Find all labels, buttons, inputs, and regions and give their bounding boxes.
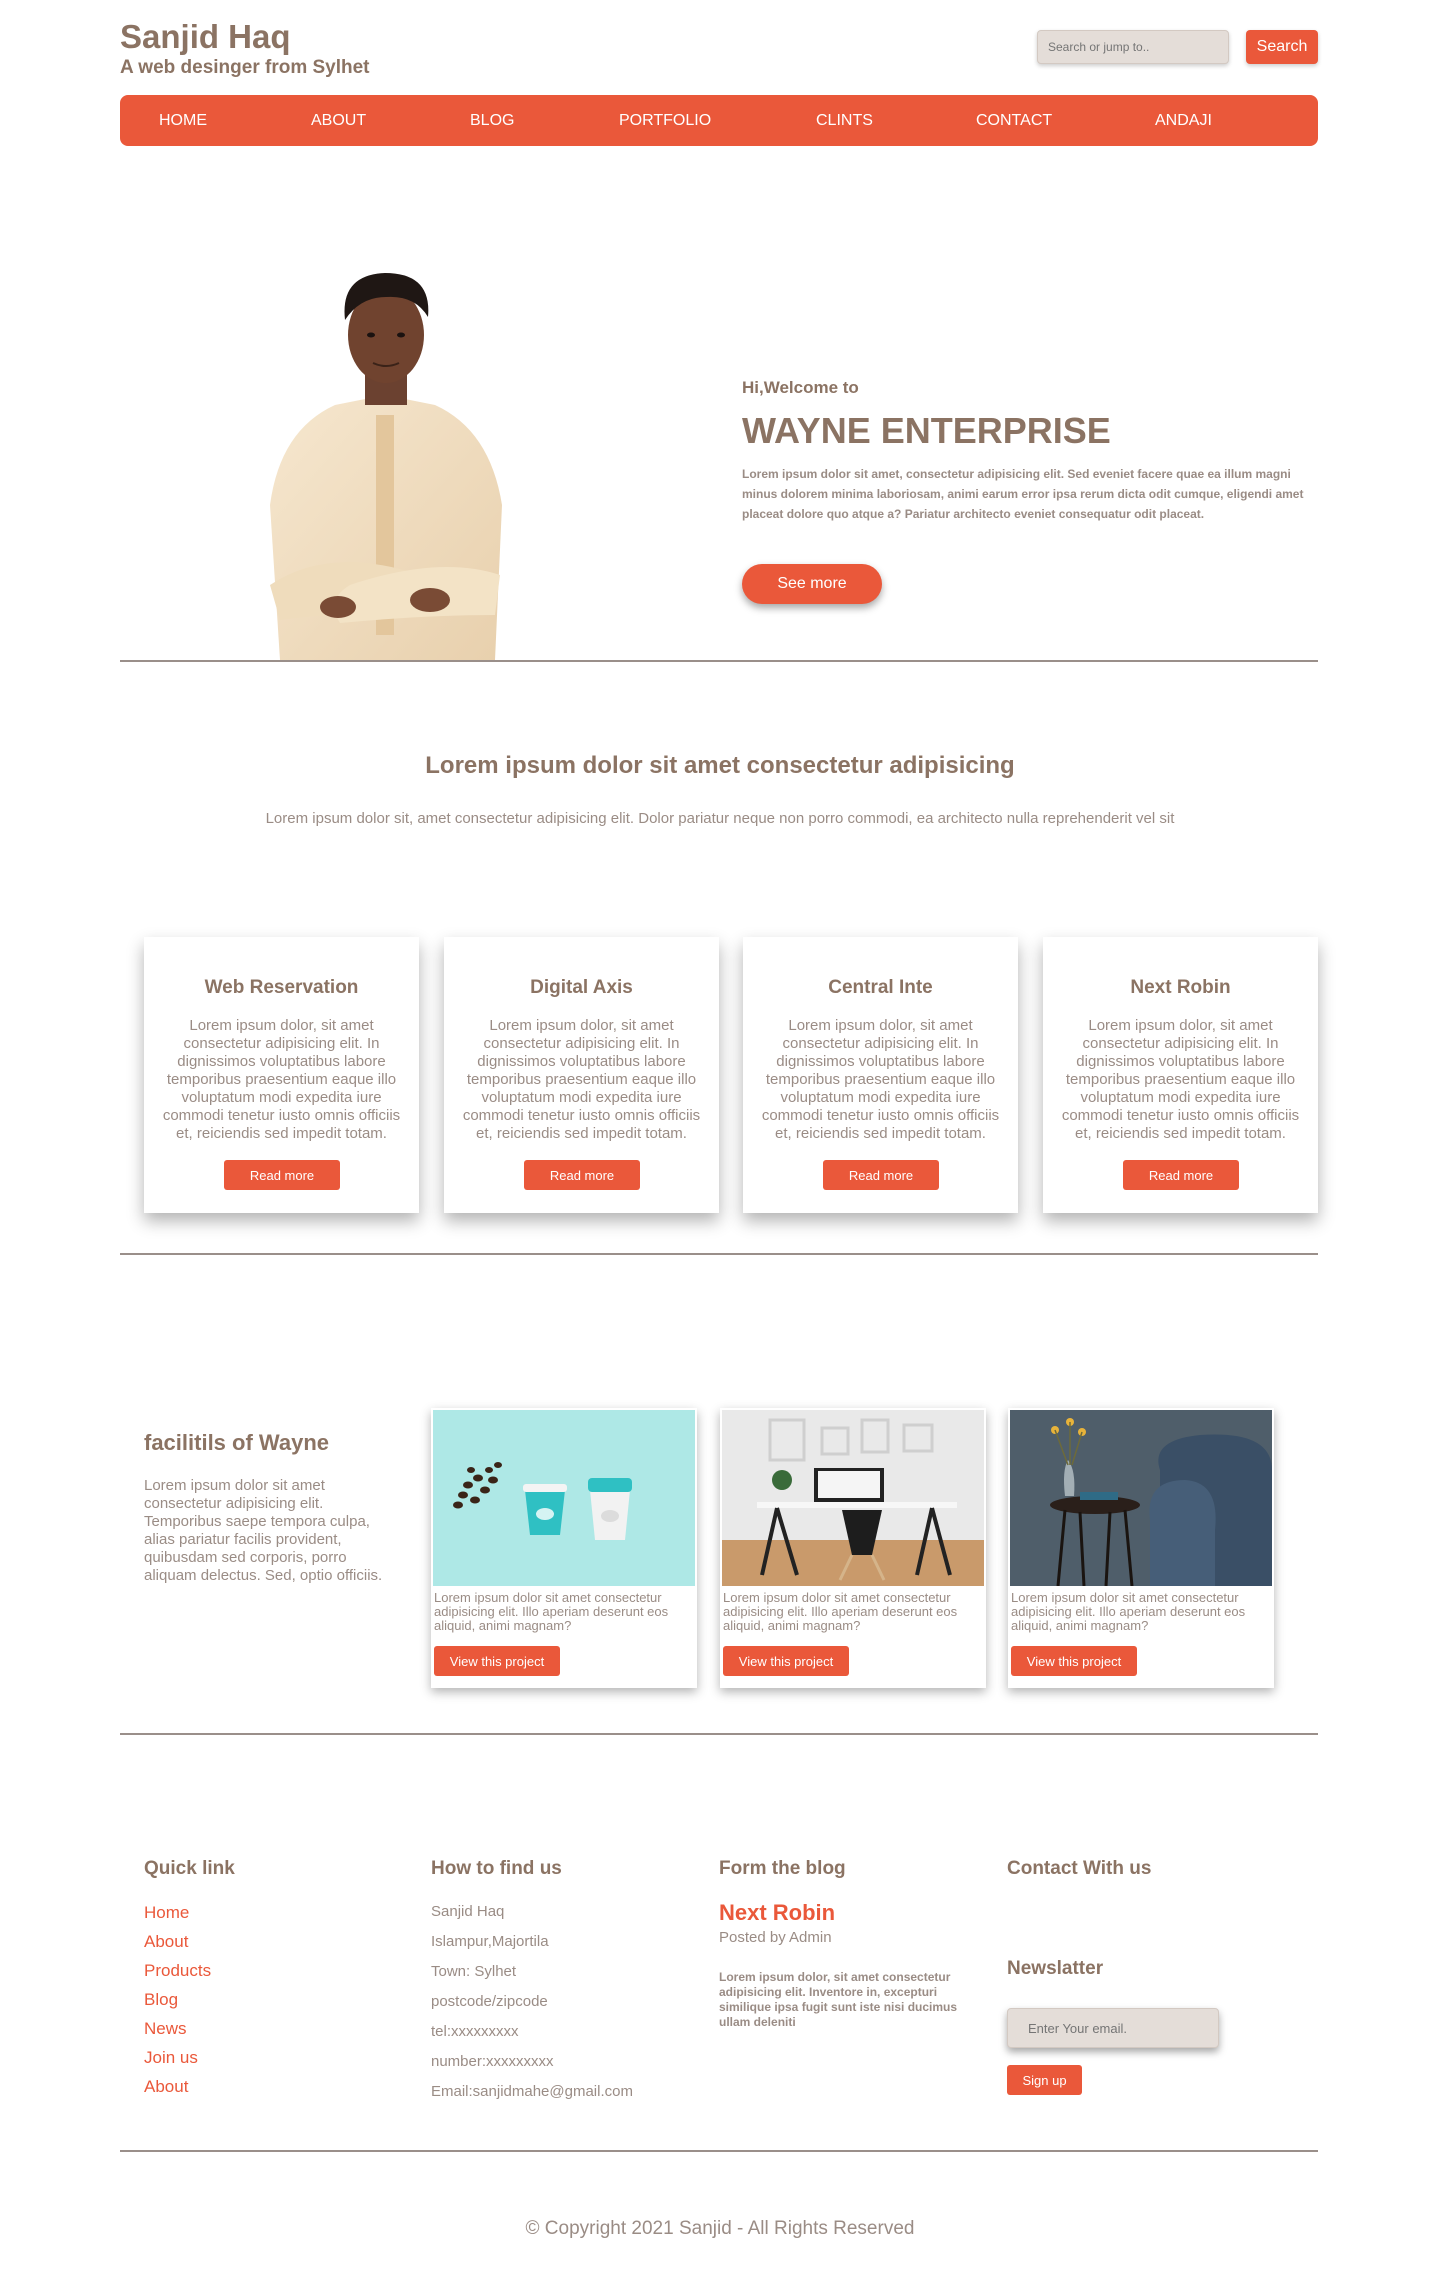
blog-post-title[interactable]: Next Robin [719, 1900, 835, 1926]
view-project-button[interactable]: View this project [1011, 1646, 1137, 1676]
footer-link-products[interactable]: Products [144, 1961, 211, 1981]
section-subtitle: Lorem ipsum dolor sit, amet consectetur … [265, 810, 1175, 827]
find-us-heading: How to find us [431, 1858, 562, 1879]
card-text: Lorem ipsum dolor, sit amet consectetur … [462, 1017, 701, 1142]
footer-link-about-2[interactable]: About [144, 2077, 188, 2097]
address-line: postcode/zipcode [431, 1993, 548, 2010]
card-title: Web Reservation [204, 977, 359, 998]
newsletter-email-input[interactable] [1007, 2008, 1219, 2048]
view-project-button[interactable]: View this project [723, 1646, 849, 1676]
footer-link-blog[interactable]: Blog [144, 1990, 178, 2010]
footer-link-about[interactable]: About [144, 1932, 188, 1952]
footer-link-home[interactable]: Home [144, 1903, 189, 1923]
read-more-button[interactable]: Read more [1123, 1160, 1239, 1190]
search-button[interactable]: Search [1246, 30, 1318, 64]
project-text: Lorem ipsum dolor sit amet consectetur a… [723, 1590, 958, 1633]
workspace-desk-image [722, 1410, 984, 1586]
blog-heading: Form the blog [719, 1858, 846, 1879]
project-text: Lorem ipsum dolor sit amet consectetur a… [434, 1590, 669, 1633]
view-project-button[interactable]: View this project [434, 1646, 560, 1676]
section-divider [120, 1733, 1318, 1735]
address-line: Town: Sylhet [431, 1963, 517, 1980]
site-subtitle: A web desinger from Sylhet [120, 57, 370, 78]
see-more-button[interactable]: See more [742, 564, 882, 604]
service-card: Central Inte Lorem ipsum dolor, sit amet… [743, 937, 1018, 1213]
card-title: Central Inte [828, 977, 933, 998]
footer-divider [120, 2150, 1318, 2152]
card-text: Lorem ipsum dolor, sit amet consectetur … [162, 1017, 401, 1142]
address-line: Islampur,Majortila [431, 1933, 549, 1950]
read-more-button[interactable]: Read more [224, 1160, 340, 1190]
card-title: Next Robin [1130, 977, 1231, 998]
newsletter-heading: Newslatter [1007, 1958, 1104, 1979]
nav-blog[interactable]: BLOG [470, 95, 514, 146]
site-title: Sanjid Haq [120, 18, 291, 55]
service-card: Web Reservation Lorem ipsum dolor, sit a… [144, 937, 419, 1213]
hero-portrait-image [270, 273, 502, 660]
read-more-button[interactable]: Read more [823, 1160, 939, 1190]
project-card: Lorem ipsum dolor sit amet consectetur a… [431, 1408, 697, 1688]
project-text: Lorem ipsum dolor sit amet consectetur a… [1011, 1590, 1246, 1633]
read-more-button[interactable]: Read more [524, 1160, 640, 1190]
section-divider [120, 1253, 1318, 1255]
section-title: Lorem ipsum dolor sit amet consectetur a… [425, 752, 1015, 779]
nav-clints[interactable]: CLINTS [816, 95, 873, 146]
hero-title: WAYNE ENTERPRISE [742, 410, 1111, 451]
search-input[interactable] [1037, 30, 1229, 64]
section-divider [120, 660, 1318, 662]
quick-link-heading: Quick link [144, 1858, 235, 1879]
footer-link-news[interactable]: News [144, 2019, 187, 2039]
hero-description: Lorem ipsum dolor sit amet, consectetur … [742, 467, 1304, 521]
nav-about[interactable]: ABOUT [311, 95, 366, 146]
main-nav: HOME ABOUT BLOG PORTFOLIO CLINTS CONTACT… [120, 95, 1318, 146]
armchair-table-image [1010, 1410, 1272, 1586]
blog-post-author: Posted by Admin [719, 1929, 832, 1946]
address-line: tel:xxxxxxxxx [431, 2023, 519, 2040]
copyright-text: © Copyright 2021 Sanjid - All Rights Res… [525, 2218, 915, 2239]
address-line: number:xxxxxxxxx [431, 2053, 554, 2070]
sign-up-button[interactable]: Sign up [1007, 2065, 1082, 2095]
card-title: Digital Axis [530, 977, 633, 998]
contact-heading: Contact With us [1007, 1858, 1152, 1879]
email-line: Email:sanjidmahe@gmail.com [431, 2083, 633, 2100]
facilities-text: Lorem ipsum dolor sit amet consectetur a… [144, 1477, 383, 1584]
nav-contact[interactable]: CONTACT [976, 95, 1052, 146]
hero-greeting: Hi,Welcome to [742, 378, 859, 397]
nav-andaji[interactable]: ANDAJI [1155, 95, 1212, 146]
project-card: Lorem ipsum dolor sit amet consectetur a… [720, 1408, 986, 1688]
footer-link-join-us[interactable]: Join us [144, 2048, 198, 2068]
address-line: Sanjid Haq [431, 1903, 505, 1920]
facilities-title: facilitils of Wayne [144, 1430, 330, 1455]
nav-home[interactable]: HOME [159, 95, 207, 146]
blog-post-excerpt: Lorem ipsum dolor, sit amet consectetur … [719, 1970, 958, 2029]
project-card: Lorem ipsum dolor sit amet consectetur a… [1008, 1408, 1274, 1688]
card-text: Lorem ipsum dolor, sit amet consectetur … [761, 1017, 1000, 1142]
service-card: Next Robin Lorem ipsum dolor, sit amet c… [1043, 937, 1318, 1213]
service-card: Digital Axis Lorem ipsum dolor, sit amet… [444, 937, 719, 1213]
card-text: Lorem ipsum dolor, sit amet consectetur … [1061, 1017, 1300, 1142]
nav-portfolio[interactable]: PORTFOLIO [619, 95, 711, 146]
coffee-cups-image [433, 1410, 695, 1586]
